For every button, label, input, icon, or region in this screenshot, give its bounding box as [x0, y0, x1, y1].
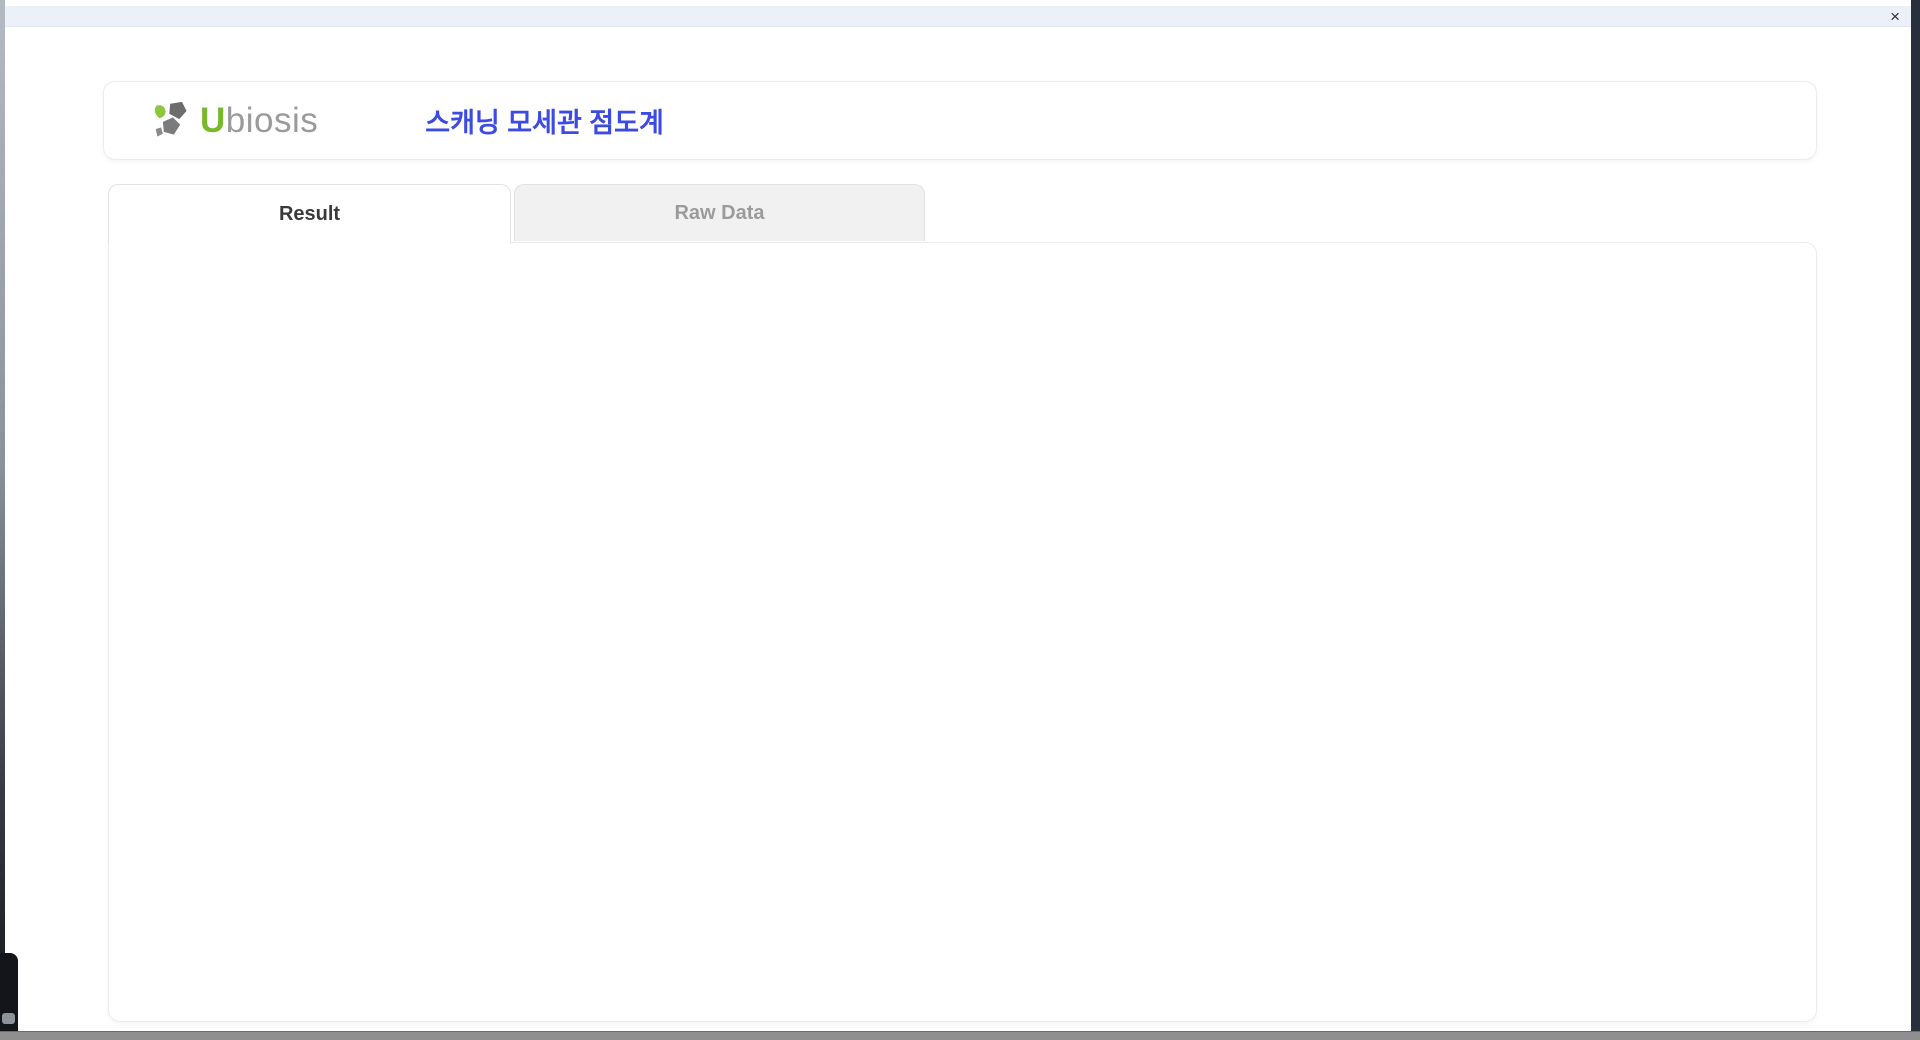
- window-bottom-edge: [0, 1031, 1920, 1040]
- tab-raw-data[interactable]: Raw Data: [514, 184, 925, 241]
- logo-text: Ubiosis: [200, 101, 318, 141]
- ubiosis-logo: Ubiosis: [150, 101, 318, 141]
- logo-u: U: [200, 100, 226, 140]
- logo-rest: biosis: [225, 100, 319, 140]
- window-titlebar: ×: [5, 6, 1911, 27]
- desktop-left-edge: [0, 0, 5, 1040]
- desktop-corner-chip: [2, 1013, 15, 1024]
- tab-result[interactable]: Result: [108, 184, 511, 244]
- close-icon[interactable]: ×: [1890, 8, 1900, 25]
- app-title: 스캐닝 모세관 점도계: [425, 108, 664, 138]
- ubiosis-logo-icon: [154, 101, 187, 136]
- desktop-right-edge: [1911, 0, 1920, 1040]
- content-card: [108, 242, 1817, 1022]
- app-screen: × Ubiosis 스캐닝 모세관 점도계 Result Raw Data: [0, 0, 1920, 1040]
- header-card: Ubiosis 스캐닝 모세관 점도계: [103, 81, 1817, 160]
